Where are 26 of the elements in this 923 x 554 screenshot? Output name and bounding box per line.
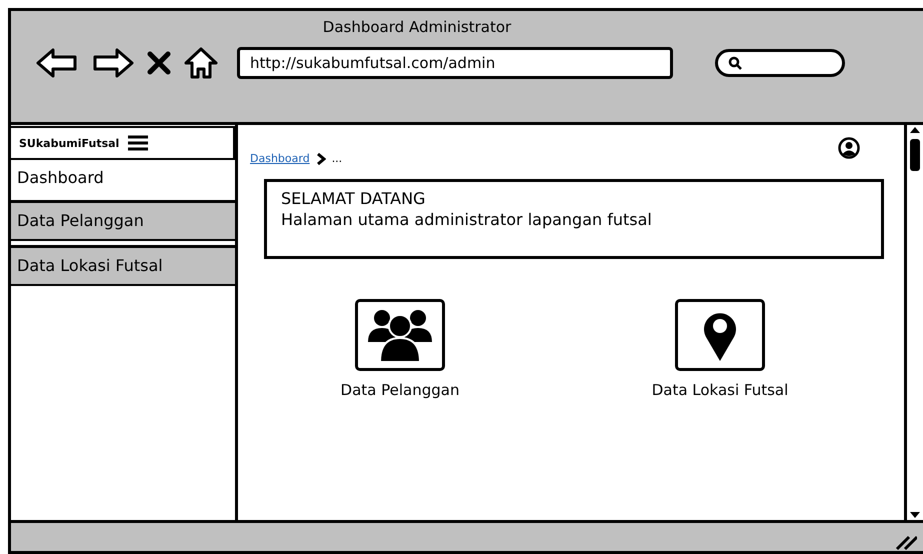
breadcrumb-link[interactable]: Dashboard <box>250 152 310 165</box>
back-arrow-icon[interactable] <box>35 47 79 79</box>
user-avatar-icon[interactable] <box>838 137 860 159</box>
search-field[interactable] <box>715 49 845 77</box>
forward-arrow-icon[interactable] <box>91 47 135 79</box>
people-icon[interactable] <box>355 299 445 371</box>
scroll-thumb[interactable] <box>910 139 920 171</box>
tile-label: Data Pelanggan <box>340 381 460 399</box>
search-icon <box>728 56 742 70</box>
chevron-icon <box>316 152 326 164</box>
home-icon[interactable] <box>183 46 219 80</box>
brand-name: SUkabumiFutsal <box>19 136 120 150</box>
welcome-text: Halaman utama administrator lapangan futsal <box>281 209 653 230</box>
close-icon[interactable] <box>147 51 171 75</box>
sidebar-item[interactable]: Data Pelanggan <box>11 200 235 241</box>
welcome-title: SELAMAT DATANG <box>281 188 426 209</box>
tile-label: Data Lokasi Futsal <box>652 381 788 399</box>
sidebar-item[interactable]: Data Lokasi Futsal <box>11 245 235 286</box>
menu-icon[interactable] <box>127 135 150 151</box>
scroll-up-icon[interactable] <box>908 125 922 135</box>
address-field[interactable]: http://sukabumfutsal.com/admin <box>237 47 673 79</box>
breadcrumb-current: ... <box>332 152 342 165</box>
window-title: Dashboard Administrator <box>322 18 512 36</box>
map-pin-icon[interactable] <box>675 299 765 371</box>
scrollbar[interactable] <box>904 125 923 520</box>
scroll-down-icon[interactable] <box>908 510 922 520</box>
